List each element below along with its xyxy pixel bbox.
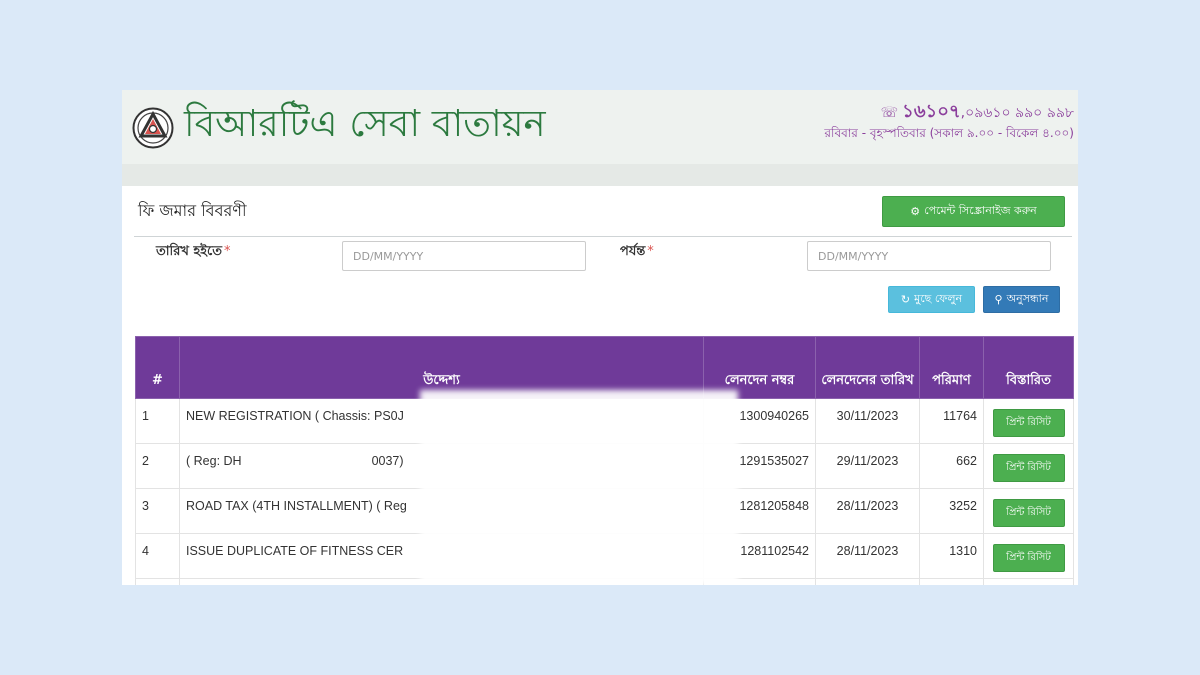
- search-button[interactable]: ⚲ অনুসন্ধান: [983, 286, 1060, 313]
- col-index-header: #: [135, 336, 180, 399]
- required-mark: *: [647, 244, 654, 259]
- from-date-label-text: তারিখ হইতে: [156, 244, 223, 259]
- site-title[interactable]: বিআরটিএ সেবা বাতায়ন: [184, 96, 546, 152]
- site-header: বিআরটিএ সেবা বাতায়ন ☏ ১৬১০৭,০৯৬১০ ৯৯০ ৯৯…: [122, 90, 1078, 164]
- row-amount: 3252: [919, 488, 984, 534]
- to-date-label-text: পর্যন্ত: [620, 244, 646, 259]
- print-receipt-button[interactable]: প্রিন্ট রিসিট: [992, 454, 1065, 482]
- page-title: ফি জমার বিবরণী: [138, 201, 247, 220]
- to-date-input[interactable]: DD/MM/YYYY: [807, 241, 1051, 271]
- row-amount: [919, 578, 984, 585]
- phone-extra: ,০৯৬১০ ৯৯০ ৯৯৮: [960, 105, 1074, 121]
- row-purpose-end: 0037): [371, 454, 404, 468]
- search-icon: ⚲: [994, 293, 1003, 306]
- sync-payment-button[interactable]: ⚙ পেমেন্ট সিঙ্ক্রোনাইজ করুন: [882, 196, 1065, 227]
- row-purpose-start: ( Reg: DH: [186, 454, 242, 468]
- hotline-number: ১৬১০৭: [902, 101, 961, 122]
- to-date-label: পর্যন্ত *: [620, 242, 654, 263]
- hotline-line: ☏ ১৬১০৭,০৯৬১০ ৯৯০ ৯৯৮: [824, 102, 1074, 123]
- browser-page: বিআরটিএ সেবা বাতায়ন ☏ ১৬১০৭,০৯৬১০ ৯৯০ ৯৯…: [122, 90, 1078, 585]
- row-details: প্রিন্ট রিসিট: [983, 443, 1074, 489]
- row-index: 4: [135, 533, 180, 579]
- row-index: [135, 578, 180, 585]
- row-index: 2: [135, 443, 180, 489]
- row-details: প্রিন্ট রিসিট: [983, 533, 1074, 579]
- from-date-input[interactable]: DD/MM/YYYY: [342, 241, 586, 271]
- required-mark: *: [224, 244, 231, 259]
- col-txn-date-header: লেনদেনের তারিখ: [815, 336, 920, 399]
- col-amount-header: পরিমাণ: [919, 336, 984, 399]
- sync-payment-label: পেমেন্ট সিঙ্ক্রোনাইজ করুন: [924, 204, 1037, 217]
- divider: [134, 236, 1072, 237]
- col-details-header: বিস্তারিত: [983, 336, 1074, 399]
- row-amount: 11764: [919, 398, 984, 444]
- row-index: 3: [135, 488, 180, 534]
- nav-bar: [122, 164, 1078, 186]
- row-details: প্রিন্ট রিসিট: [983, 578, 1074, 585]
- row-date: 29/11/2023: [815, 443, 920, 489]
- from-date-placeholder: DD/MM/YYYY: [353, 249, 424, 263]
- search-label: অনুসন্ধান: [1006, 292, 1049, 305]
- cogs-icon: ⚙: [910, 205, 921, 218]
- row-amount: 662: [919, 443, 984, 489]
- phone-icon: ☏: [880, 105, 899, 121]
- row-date: 30/11/2023: [815, 398, 920, 444]
- row-details: প্রিন্ট রিসিট: [983, 398, 1074, 444]
- office-hours: রবিবার - বৃহস্পতিবার (সকাল ৯.০০ - বিকেল …: [824, 126, 1074, 140]
- to-date-placeholder: DD/MM/YYYY: [818, 249, 889, 263]
- brta-logo-icon[interactable]: [132, 107, 174, 149]
- row-details: প্রিন্ট রিসিট: [983, 488, 1074, 534]
- print-receipt-button[interactable]: প্রিন্ট রিসিট: [992, 499, 1065, 527]
- from-date-label: তারিখ হইতে *: [156, 242, 231, 263]
- row-amount: 1310: [919, 533, 984, 579]
- clear-label: মুছে ফেলুন: [914, 292, 963, 305]
- row-date: 28/11/2023: [815, 533, 920, 579]
- contact-info: ☏ ১৬১০৭,০৯৬১০ ৯৯০ ৯৯৮ রবিবার - বৃহস্পতিবা…: [824, 102, 1074, 143]
- refresh-icon: ↻: [900, 293, 911, 306]
- row-index: 1: [135, 398, 180, 444]
- print-receipt-button[interactable]: প্রিন্ট রিসিট: [992, 409, 1065, 437]
- redaction-blur: [420, 390, 738, 585]
- print-receipt-button[interactable]: প্রিন্ট রিসিট: [992, 544, 1065, 572]
- clear-button[interactable]: ↻ মুছে ফেলুন: [888, 286, 975, 313]
- row-date: 28/11/2023: [815, 488, 920, 534]
- row-date: [815, 578, 920, 585]
